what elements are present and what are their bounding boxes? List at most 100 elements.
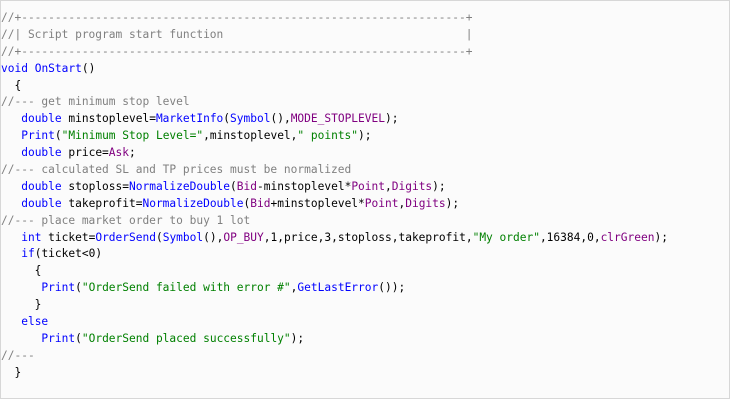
code-line: //--- place market order to buy 1 lot	[1, 213, 668, 230]
code-token-comment: //--- calculated SL and TP prices must b…	[1, 163, 352, 177]
code-token-keyword: else	[21, 315, 49, 329]
code-token-keyword: double	[21, 196, 62, 210]
code-token-func: NormalizeDouble	[129, 179, 231, 193]
code-token-const: OP_BUY	[223, 230, 264, 244]
code-token-text: minstoplevel=	[61, 112, 156, 126]
code-line: {	[1, 78, 668, 95]
code-panel: //+-------------------------------------…	[0, 0, 730, 399]
code-token-text: (	[54, 129, 62, 143]
code-token-text: ());	[378, 281, 406, 295]
code-token-comment: //---	[1, 348, 35, 362]
code-token-text: {	[1, 78, 22, 92]
code-token-text: (ticket<0)	[34, 247, 103, 261]
code-line: void OnStart()	[1, 61, 668, 78]
code-token-text: );	[384, 112, 399, 126]
code-token-keyword: double	[21, 146, 62, 160]
code-token-text: (	[155, 230, 163, 244]
code-token-text: ,minstoplevel,	[203, 129, 298, 143]
code-line: //+-------------------------------------…	[1, 44, 668, 61]
code-token-text: price=	[61, 146, 109, 160]
code-token-comment: //--- get minimum stop level	[1, 95, 190, 109]
code-token-string: "My order"	[472, 230, 540, 244]
code-token-text: }	[1, 365, 22, 379]
code-line: Print("Minimum Stop Level=",minstoplevel…	[1, 128, 668, 145]
code-token-text: stoploss=	[61, 179, 129, 193]
code-token-string: " points"	[297, 129, 359, 143]
code-token-comment: //+-------------------------------------…	[1, 11, 473, 24]
code-token-func: OrderSend	[95, 230, 156, 244]
code-token-text: ;	[129, 146, 136, 160]
code-token-text: (	[230, 179, 237, 193]
code-token-const: Bid	[236, 179, 258, 193]
code-line: Print("OrderSend placed successfully");	[1, 331, 668, 348]
code-token-text: ,16384,0,	[539, 230, 601, 244]
code-line: {	[1, 263, 668, 280]
code-token-text: (	[75, 281, 82, 295]
code-token-text: );	[432, 179, 446, 193]
code-token-string: "OrderSend placed successfully"	[81, 331, 291, 345]
code-token-text: ,	[385, 179, 392, 193]
code-token-func: Symbol	[162, 230, 204, 244]
code-token-text: (),	[203, 230, 224, 244]
code-token-comment: //--- place market order to buy 1 lot	[1, 213, 251, 227]
code-token-text: ()	[81, 61, 96, 75]
code-token-keyword: void	[1, 61, 28, 75]
code-token-func: MarketInfo	[155, 112, 224, 126]
code-token-func: NormalizeDouble	[142, 196, 244, 210]
code-token-text: (),	[270, 112, 291, 126]
code-token-text: takeprofit=	[61, 196, 143, 210]
code-token-text: );	[654, 230, 668, 244]
code-token-const: Digits	[391, 179, 433, 193]
code-token-keyword: int	[21, 230, 42, 244]
code-token-text: );	[445, 196, 460, 210]
code-line: int ticket=OrderSend(Symbol(),OP_BUY,1,p…	[1, 230, 668, 247]
code-line: //--- get minimum stop level	[1, 94, 668, 111]
code-line: double minstoplevel=MarketInfo(Symbol(),…	[1, 111, 668, 128]
code-token-text: {	[1, 264, 42, 278]
code-token-func: Print	[41, 331, 76, 345]
code-token-text: );	[290, 331, 305, 345]
code-token-text: }	[1, 298, 42, 312]
code-token-func: Symbol	[230, 112, 271, 126]
code-token-keyword: if	[21, 247, 35, 261]
code-token-const: MODE_STOPLEVEL	[290, 112, 385, 126]
code-line: double stoploss=NormalizeDouble(Bid-mins…	[1, 179, 668, 196]
code-line: //--- calculated SL and TP prices must b…	[1, 162, 668, 179]
code-token-string: "OrderSend failed with error #"	[81, 281, 291, 295]
code-token-const: Point	[364, 196, 399, 210]
code-token-func: Print	[41, 281, 76, 295]
code-line: //| Script program start function |	[1, 27, 668, 44]
code-token-comment: //| Script program start function |	[1, 27, 473, 41]
code-line: //+-------------------------------------…	[1, 10, 668, 27]
code-token-text: -minstoplevel*	[257, 179, 352, 193]
code-line: double price=Ask;	[1, 145, 668, 162]
code-line: //---	[1, 348, 668, 365]
code-token-comment: //+-------------------------------------…	[1, 44, 473, 58]
code-line: }	[1, 365, 668, 382]
code-token-text: ticket=	[41, 230, 96, 244]
code-token-const: Point	[351, 179, 385, 193]
code-line: if(ticket<0)	[1, 246, 668, 263]
code-token-func: GetLastError	[297, 281, 379, 295]
code-token-text: ,1,price,3,stoploss,takeprofit,	[263, 230, 473, 244]
code-token-text: );	[358, 129, 372, 143]
code-token-keyword: double	[21, 112, 62, 126]
code-token-const: Digits	[405, 196, 446, 210]
code-token-string: "Minimum Stop Level="	[61, 129, 204, 143]
code-line: Print("OrderSend failed with error #",Ge…	[1, 280, 668, 297]
code-token-text: (	[75, 331, 82, 345]
code-line: double takeprofit=NormalizeDouble(Bid+mi…	[1, 196, 668, 213]
code-token-func: Print	[21, 129, 55, 143]
code-lines: //+-------------------------------------…	[1, 10, 668, 382]
